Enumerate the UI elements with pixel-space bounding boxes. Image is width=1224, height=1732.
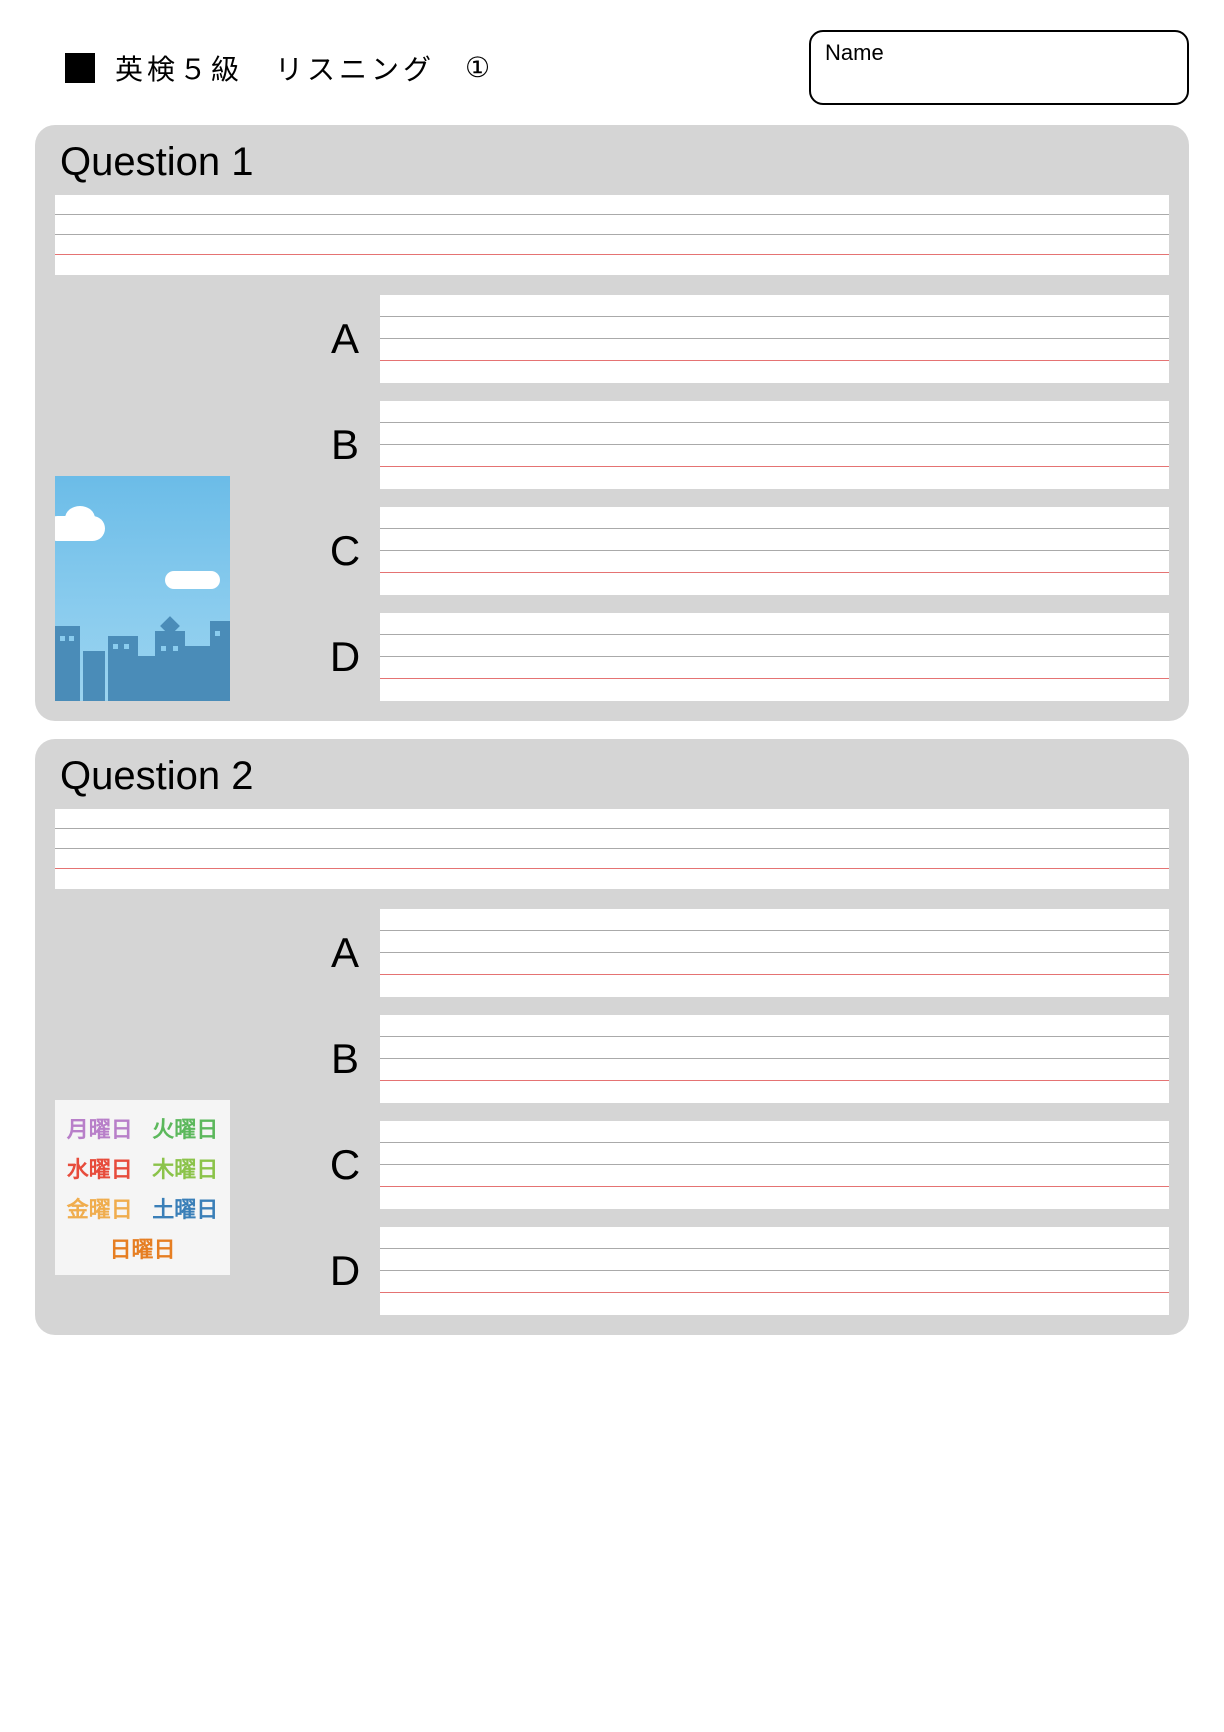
option-answer-lines[interactable] [380, 295, 1169, 383]
option-answer-lines[interactable] [380, 401, 1169, 489]
question-title: Question 1 [60, 140, 1169, 185]
option-row-b: B [325, 401, 1169, 489]
name-label: Name [825, 40, 884, 65]
options-area: A B C D [55, 295, 1169, 701]
option-row-c: C [325, 507, 1169, 595]
option-answer-lines[interactable] [380, 613, 1169, 701]
day-label: 水曜日 [67, 1152, 133, 1184]
day-label: 月曜日 [67, 1112, 133, 1144]
name-field[interactable]: Name [809, 30, 1189, 105]
option-answer-lines[interactable] [380, 909, 1169, 997]
option-letter: B [325, 421, 365, 469]
days-of-week-illustration-icon: 月曜日 火曜日 水曜日 木曜日 金曜日 土曜日 日曜日 [55, 1100, 230, 1275]
question-title: Question 2 [60, 754, 1169, 799]
option-row-a: A [325, 909, 1169, 997]
option-answer-lines[interactable] [380, 1015, 1169, 1103]
option-answer-lines[interactable] [380, 1121, 1169, 1209]
option-row-b: B [325, 1015, 1169, 1103]
option-letter: D [325, 633, 365, 681]
day-label: 木曜日 [152, 1152, 218, 1184]
option-letter: B [325, 1035, 365, 1083]
option-letter: A [325, 315, 365, 363]
square-bullet-icon [65, 53, 95, 83]
title-section: 英検５級 リスニング ① [35, 48, 490, 88]
question-prompt-lines[interactable] [55, 809, 1169, 889]
day-label: 金曜日 [67, 1192, 133, 1224]
question-block-2: Question 2 月曜日 火曜日 水曜日 木曜日 金曜日 土曜日 日曜日 A… [35, 739, 1189, 1335]
option-row-d: D [325, 613, 1169, 701]
sky-city-illustration-icon [55, 476, 230, 701]
option-letter: D [325, 1247, 365, 1295]
option-letter: C [325, 527, 365, 575]
worksheet-number: ① [465, 51, 490, 84]
options-area: 月曜日 火曜日 水曜日 木曜日 金曜日 土曜日 日曜日 A B C [55, 909, 1169, 1315]
option-answer-lines[interactable] [380, 507, 1169, 595]
option-row-d: D [325, 1227, 1169, 1315]
illustration-column: 月曜日 火曜日 水曜日 木曜日 金曜日 土曜日 日曜日 [55, 909, 305, 1315]
option-letter: C [325, 1141, 365, 1189]
options-column: A B C D [325, 909, 1169, 1315]
day-label: 日曜日 [109, 1232, 175, 1264]
question-prompt-lines[interactable] [55, 195, 1169, 275]
illustration-column [55, 295, 305, 701]
option-answer-lines[interactable] [380, 1227, 1169, 1315]
question-block-1: Question 1 A [35, 125, 1189, 721]
day-label: 火曜日 [152, 1112, 218, 1144]
option-row-a: A [325, 295, 1169, 383]
options-column: A B C D [325, 295, 1169, 701]
option-letter: A [325, 929, 365, 977]
option-row-c: C [325, 1121, 1169, 1209]
day-label: 土曜日 [152, 1192, 218, 1224]
worksheet-title: 英検５級 リスニング [115, 48, 435, 88]
worksheet-header: 英検５級 リスニング ① Name [35, 30, 1189, 105]
